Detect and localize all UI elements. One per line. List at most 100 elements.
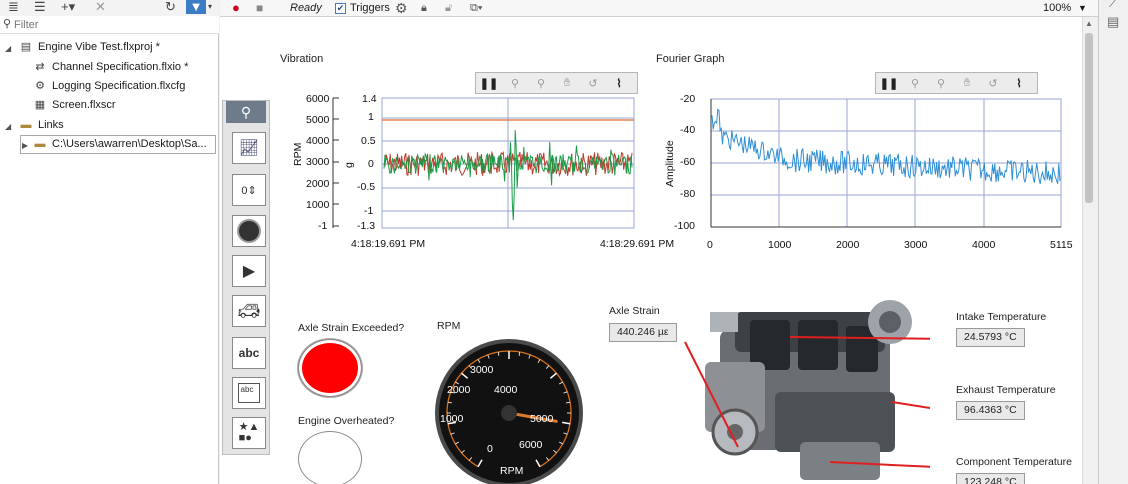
zoom-level[interactable]: 100% [1043,0,1071,16]
right-tool-rail: ⟋ ▤ [1098,0,1128,484]
gauge-tick-label: 2000 [447,384,471,396]
tree-item-links[interactable]: ▬ Links [18,116,64,135]
amplitude-tick: -40 [680,124,696,136]
vertical-scroll-thumb[interactable] [1085,33,1093,203]
frequency-tick: 1000 [768,239,792,251]
text-label-tool[interactable]: abc [232,337,266,369]
gear-icon[interactable]: ⚙ [395,0,408,16]
record-icon[interactable]: ● [232,0,240,16]
frequency-tick: 4000 [972,239,996,251]
folder-icon: ▬ [20,119,32,131]
tree-item-label: Channel Specification.flxio * [52,61,189,73]
chart-tool[interactable]: 📈︎ [232,132,266,164]
expand-link-path-icon[interactable]: ▶ [22,141,28,150]
triggers-checkbox[interactable]: ✔ [335,3,346,14]
remove-item-icon[interactable]: ✕ [95,0,106,14]
component-temperature-value: 123.248 °C [956,473,1025,484]
list-view-icon[interactable]: ≣ [8,0,19,14]
filter-input[interactable] [14,18,214,32]
rpm-tick: -1 [318,220,328,232]
stop-icon[interactable]: ■ [256,0,263,16]
tree-item-label: Screen.flxscr [52,99,116,111]
refresh-icon[interactable]: ↻ [165,0,176,14]
lock-icon[interactable]: 🔒︎ [421,0,427,16]
tree-item-project[interactable]: ▤ Engine Vibe Test.flxproj * [18,38,160,57]
folder-icon: ▬ [34,138,46,150]
filter-toggle-icon[interactable]: ▼ [186,0,206,14]
add-item-icon[interactable]: +▾ [61,0,75,14]
wrench-icon[interactable]: ⟋ [1109,0,1117,11]
reset-icon[interactable]: ↺ [580,77,606,90]
pan-icon[interactable]: ✋︎ [954,77,980,90]
pause-icon[interactable]: ❚❚ [876,77,902,90]
pause-icon[interactable]: ❚❚ [476,77,502,90]
filter-bar: ⚲ [0,16,219,34]
intake-temperature-value: 24.5793 °C [956,328,1025,347]
text-box-icon: abc [237,383,261,403]
vibration-plot[interactable] [330,96,640,232]
tree-item-label: Engine Vibe Test.flxproj * [38,41,160,53]
text-box-tool[interactable]: abc [232,377,266,409]
zoom-out-icon[interactable]: ⚲ [928,77,954,90]
component-temperature-label: Component Temperature [956,456,1072,468]
rpm-tick: 4000 [306,135,330,147]
pan-icon[interactable]: ✋︎ [554,77,580,90]
expand-project-icon[interactable]: ◢ [5,44,11,53]
tree-item-link-path[interactable]: ▬ C:\Users\awarren\Desktop\Sa... [32,135,207,154]
expand-links-icon[interactable]: ◢ [5,122,11,131]
axle-strain-label: Axle Strain [609,305,660,317]
amplitude-tick: -100 [674,220,696,232]
vibration-chart-toolbar: ❚❚ ⚲ ⚲ ✋︎ ↺ ⌇ [475,72,638,94]
scroll-up-icon[interactable]: ▲ [1085,19,1093,28]
channel-spec-icon: ⇄ [35,61,45,73]
tree-item-logging-spec[interactable]: ⚙ Logging Specification.flxcfg [32,77,185,96]
play-icon: ▶ [242,263,256,280]
fourier-plot[interactable] [700,96,1065,232]
run-status: Ready [290,2,322,14]
zoom-icon[interactable]: ⚲ [502,77,528,90]
unlock-icon[interactable]: 🔓︎ [445,0,452,16]
amplitude-axis-label: Amplitude [664,140,676,187]
vibration-title: Vibration [280,53,324,65]
numeric-tool[interactable]: 0⇕ [232,174,266,206]
chart-icon: 📈︎ [238,140,260,157]
zoom-dropdown-icon[interactable]: ▼ [1078,0,1087,16]
fourier-chart-toolbar: ❚❚ ⚲ ⚲ ✋︎ ↺ ⌇ [875,72,1038,94]
led-icon [237,219,261,243]
gauge-tick-label: 3000 [470,364,494,376]
tree-item-channel-spec[interactable]: ⇄ Channel Specification.flxio * [32,58,188,77]
gear-icon: ⚙ [35,80,45,92]
zoom-icon[interactable]: ⚲ [902,77,928,90]
project-file-icon: ▤ [20,41,32,53]
frequency-tick: 2000 [836,239,860,251]
engine-image [684,300,930,480]
amplitude-tick: -80 [680,188,696,200]
tree-item-label: C:\Users\awarren\Desktop\Sa... [52,138,207,150]
search-icon: ⚲ [3,18,12,30]
chart-panel-icon[interactable]: ▤ [1107,14,1119,30]
zoom-out-icon[interactable]: ⚲ [528,77,554,90]
amplitude-tick: -60 [680,156,696,168]
axle-strain-led [298,339,362,397]
search-icon: ⚲ [240,104,252,120]
tree-item-screen[interactable]: ▦ Screen.flxscr [32,96,116,115]
toolbar-overflow-icon[interactable]: ▾ [208,0,212,14]
shapes-tool[interactable]: ★▲ ■● [232,417,266,449]
palette-search-button[interactable]: ⚲ [226,101,266,123]
reset-icon[interactable]: ↺ [980,77,1006,90]
led-tool[interactable] [232,215,266,247]
text-label-icon: abc [238,346,260,360]
arrange-icon[interactable]: ⧉▾ [470,0,482,16]
amplitude-tick: -20 [680,93,696,105]
vehicle-tool[interactable]: 🚙︎ [232,295,266,327]
tree-item-label: Logging Specification.flxcfg [52,80,186,92]
axle-strain-value: 440.246 µε [609,323,677,342]
outline-view-icon[interactable]: ☰ [34,0,46,14]
trace-icon[interactable]: ⌇ [1006,77,1032,90]
frequency-tick: 5115 [1050,239,1073,251]
exhaust-temperature-label: Exhaust Temperature [956,384,1056,396]
play-tool[interactable]: ▶ [232,255,266,287]
time-end-label: 4:18:29.691 PM [600,238,675,250]
rpm-tick: 2000 [306,178,330,190]
trace-icon[interactable]: ⌇ [606,77,632,90]
